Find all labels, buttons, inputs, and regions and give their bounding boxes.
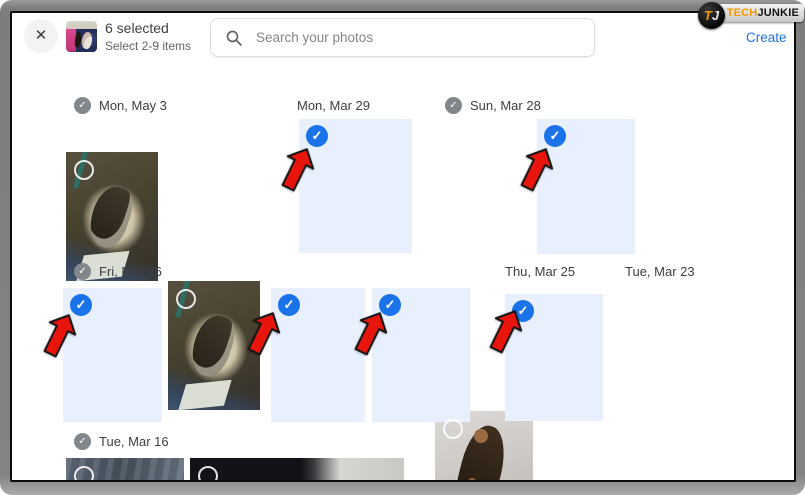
select-circle-icon[interactable] <box>74 466 94 482</box>
selection-hint: Select 2-9 items <box>105 38 191 54</box>
date-label: Sun, Mar 28 <box>470 97 541 114</box>
photo-tile-selected[interactable]: ✓ <box>271 288 365 422</box>
date-label: Mon, May 3 <box>99 97 167 114</box>
photo-tile-selected[interactable]: ✓ <box>63 288 162 422</box>
close-button[interactable]: ✕ <box>24 19 58 53</box>
techjunkie-circle-icon: TJ <box>698 2 725 29</box>
photo-thumbnail[interactable] <box>435 411 533 482</box>
selection-info: 6 selected Select 2-9 items <box>105 19 191 54</box>
photo-tile-selected[interactable]: ✓ <box>299 119 412 253</box>
select-circle-icon[interactable] <box>176 289 196 309</box>
date-select-all-icon[interactable]: ✓ <box>74 263 91 280</box>
date-header: ✓ Mon, May 3 <box>74 97 167 114</box>
date-select-all-icon[interactable]: ✓ <box>445 97 462 114</box>
brand-initial-t: T <box>704 8 712 23</box>
date-label: Mon, Mar 29 <box>297 97 370 114</box>
techjunkie-logo: TECHJUNKIE TJ <box>698 2 805 32</box>
techjunkie-wordmark: TECHJUNKIE <box>714 4 804 22</box>
photo-tile-selected[interactable]: ✓ <box>537 119 635 254</box>
photo-thumbnail[interactable] <box>66 152 158 281</box>
selected-check-icon[interactable]: ✓ <box>544 125 566 147</box>
brand-text-junkie: JUNKIE <box>757 7 799 19</box>
brand-initial-j: J <box>712 8 719 23</box>
selected-check-icon[interactable]: ✓ <box>306 125 328 147</box>
select-circle-icon[interactable] <box>198 466 218 482</box>
date-label: Tue, Mar 16 <box>99 433 169 450</box>
date-header: ✓ Sun, Mar 28 <box>445 97 541 114</box>
brand-text-tech: TECH <box>727 7 758 19</box>
select-circle-icon[interactable] <box>74 160 94 180</box>
app-window: ✕ 6 selected Select 2-9 items Create ✓ M… <box>10 11 796 482</box>
create-button[interactable]: Create <box>746 30 787 45</box>
search-input[interactable] <box>254 29 594 46</box>
date-select-all-icon[interactable]: ✓ <box>74 97 91 114</box>
date-label: Tue, Mar 23 <box>625 263 695 280</box>
photo-thumbnail[interactable] <box>66 458 184 482</box>
photo-thumbnail[interactable] <box>190 458 404 482</box>
date-header: ✓ Tue, Mar 16 <box>74 433 169 450</box>
select-circle-icon[interactable] <box>443 419 463 439</box>
date-select-all-icon[interactable]: ✓ <box>74 433 91 450</box>
selection-thumbnail <box>66 21 97 52</box>
date-header: ✓ Fri, Mar 26 <box>74 263 162 280</box>
photo-tile-selected[interactable]: ✓ <box>372 288 470 422</box>
selected-check-icon[interactable]: ✓ <box>278 294 300 316</box>
search-icon <box>226 30 242 46</box>
selected-check-icon[interactable]: ✓ <box>70 294 92 316</box>
search-bar[interactable] <box>210 18 595 57</box>
date-label: Fri, Mar 26 <box>99 263 162 280</box>
window-frame: ✕ 6 selected Select 2-9 items Create ✓ M… <box>0 0 805 495</box>
date-label: Thu, Mar 25 <box>505 263 575 280</box>
selection-count: 6 selected <box>105 19 191 38</box>
